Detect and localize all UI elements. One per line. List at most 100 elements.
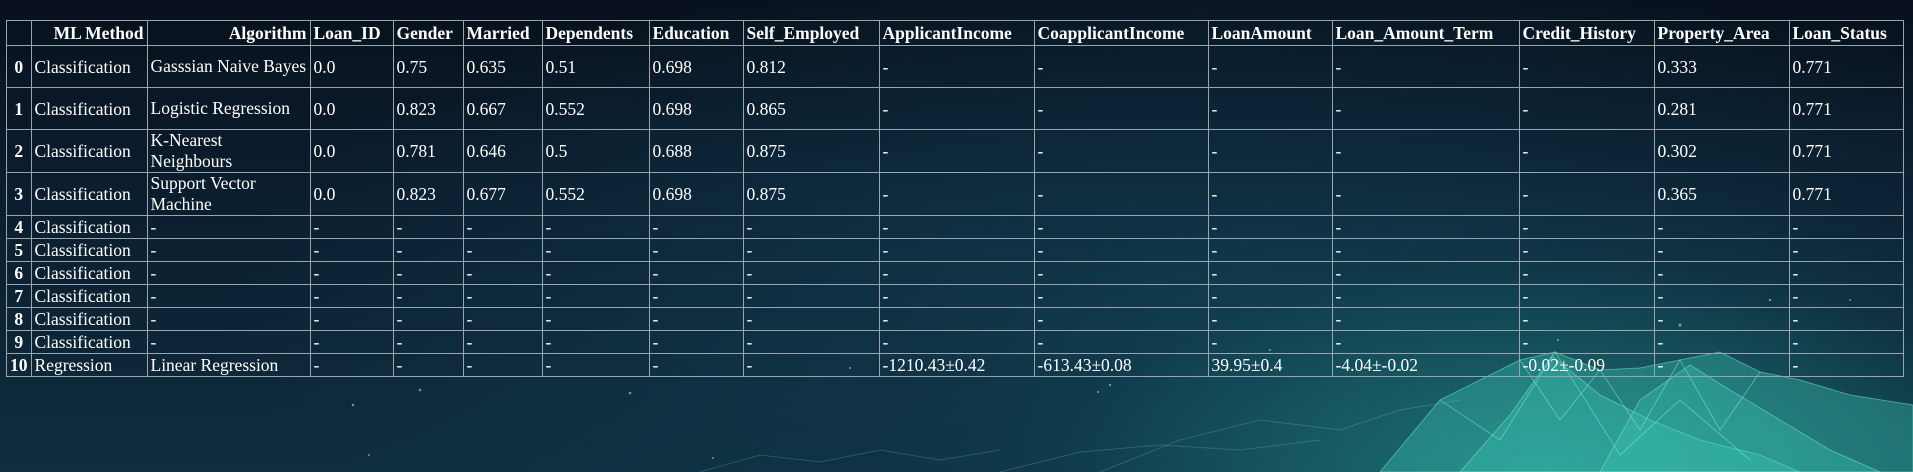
loan-id-cell: - xyxy=(309,330,394,354)
header-self-employed: Self_Employed xyxy=(742,20,880,46)
self-employed-cell: - xyxy=(742,307,880,331)
table-row: 8 Classification - - - - - - - - - - - - - - xyxy=(6,307,1904,331)
loan-amount-cell: 39.95±0.4 xyxy=(1207,353,1333,377)
loan-status-cell: - xyxy=(1788,261,1904,285)
loan-id-cell: 0.0 xyxy=(309,45,394,88)
credit-history-cell: - xyxy=(1518,172,1655,216)
loan-amount-cell: - xyxy=(1207,172,1333,216)
table-row: 10 Regression Linear Regression - - - - - - -1210… xyxy=(6,353,1904,377)
gender-cell: - xyxy=(392,215,464,239)
applicant-income-cell: - xyxy=(878,87,1035,130)
ml-method-cell: Regression xyxy=(30,353,148,377)
married-cell: - xyxy=(462,353,543,377)
loan-id-cell: - xyxy=(309,215,394,239)
loan-amount-cell: - xyxy=(1207,330,1333,354)
row-index: 4 xyxy=(6,215,32,239)
credit-history-cell: - xyxy=(1518,129,1655,173)
loan-amount-cell: - xyxy=(1207,87,1333,130)
header-algorithm: Algorithm xyxy=(146,20,311,46)
married-cell: 0.677 xyxy=(462,172,543,216)
education-cell: - xyxy=(648,353,744,377)
loan-amount-term-cell: -4.04±-0.02 xyxy=(1331,353,1520,377)
property-area-cell: - xyxy=(1653,215,1790,239)
loan-status-cell: 0.771 xyxy=(1788,129,1904,173)
table-row: 1 Classification Logistic Regression 0.0 0.8… xyxy=(6,87,1904,130)
married-cell: - xyxy=(462,261,543,285)
row-index: 9 xyxy=(6,330,32,354)
dependents-cell: - xyxy=(541,284,650,308)
married-cell: - xyxy=(462,284,543,308)
property-area-cell: - xyxy=(1653,238,1790,262)
row-index: 3 xyxy=(6,172,32,216)
credit-history-cell: - xyxy=(1518,238,1655,262)
ml-method-cell: Classification xyxy=(30,172,148,216)
loan-id-cell: - xyxy=(309,353,394,377)
married-cell: - xyxy=(462,330,543,354)
property-area-cell: 0.302 xyxy=(1653,129,1790,173)
loan-id-cell: - xyxy=(309,284,394,308)
credit-history-cell: - xyxy=(1518,284,1655,308)
row-index: 8 xyxy=(6,307,32,331)
education-cell: - xyxy=(648,215,744,239)
married-cell: - xyxy=(462,307,543,331)
table-row: 9 Classification - - - - - - - - - - - - - - xyxy=(6,330,1904,354)
ml-method-cell: Classification xyxy=(30,261,148,285)
gender-cell: 0.823 xyxy=(392,87,464,130)
loan-id-cell: - xyxy=(309,238,394,262)
self-employed-cell: - xyxy=(742,330,880,354)
loan-id-cell: - xyxy=(309,307,394,331)
married-cell: 0.635 xyxy=(462,45,543,88)
ml-method-cell: Classification xyxy=(30,238,148,262)
self-employed-cell: - xyxy=(742,238,880,262)
table-row: 5 Classification - - - - - - - - - - - - - - xyxy=(6,238,1904,262)
results-table: ML Method Algorithm Loan_ID Gender Marri… xyxy=(6,20,1904,377)
ml-method-cell: Classification xyxy=(30,45,148,88)
education-cell: 0.688 xyxy=(648,129,744,173)
coapplicant-income-cell: - xyxy=(1033,307,1209,331)
education-cell: - xyxy=(648,330,744,354)
gender-cell: - xyxy=(392,238,464,262)
loan-amount-cell: - xyxy=(1207,261,1333,285)
loan-id-cell: 0.0 xyxy=(309,172,394,216)
coapplicant-income-cell: - xyxy=(1033,238,1209,262)
header-married: Married xyxy=(462,20,543,46)
loan-status-cell: - xyxy=(1788,330,1904,354)
loan-amount-cell: - xyxy=(1207,215,1333,239)
credit-history-cell: - xyxy=(1518,215,1655,239)
algorithm-cell: K-Nearest Neighbours xyxy=(146,129,311,173)
row-index: 0 xyxy=(6,45,32,88)
dependents-cell: 0.552 xyxy=(541,172,650,216)
property-area-cell: - xyxy=(1653,261,1790,285)
loan-amount-term-cell: - xyxy=(1331,215,1520,239)
header-row: ML Method Algorithm Loan_ID Gender Marri… xyxy=(6,20,1904,46)
gender-cell: - xyxy=(392,353,464,377)
header-property-area: Property_Area xyxy=(1653,20,1790,46)
gender-cell: 0.823 xyxy=(392,172,464,216)
dependents-cell: 0.5 xyxy=(541,129,650,173)
header-dependents: Dependents xyxy=(541,20,650,46)
property-area-cell: - xyxy=(1653,353,1790,377)
gender-cell: - xyxy=(392,284,464,308)
loan-amount-term-cell: - xyxy=(1331,129,1520,173)
loan-amount-cell: - xyxy=(1207,284,1333,308)
coapplicant-income-cell: - xyxy=(1033,87,1209,130)
table-row: 6 Classification - - - - - - - - - - - - - - xyxy=(6,261,1904,285)
credit-history-cell: - xyxy=(1518,307,1655,331)
ml-method-cell: Classification xyxy=(30,129,148,173)
gender-cell: 0.781 xyxy=(392,129,464,173)
loan-status-cell: 0.771 xyxy=(1788,172,1904,216)
self-employed-cell: - xyxy=(742,284,880,308)
loan-status-cell: - xyxy=(1788,353,1904,377)
loan-status-cell: - xyxy=(1788,307,1904,331)
education-cell: 0.698 xyxy=(648,87,744,130)
ml-method-cell: Classification xyxy=(30,215,148,239)
loan-amount-term-cell: - xyxy=(1331,45,1520,88)
algorithm-cell: - xyxy=(146,307,311,331)
education-cell: - xyxy=(648,307,744,331)
applicant-income-cell: - xyxy=(878,261,1035,285)
applicant-income-cell: - xyxy=(878,215,1035,239)
dependents-cell: 0.552 xyxy=(541,87,650,130)
applicant-income-cell: - xyxy=(878,330,1035,354)
applicant-income-cell: -1210.43±0.42 xyxy=(878,353,1035,377)
header-applicant-income: ApplicantIncome xyxy=(878,20,1035,46)
